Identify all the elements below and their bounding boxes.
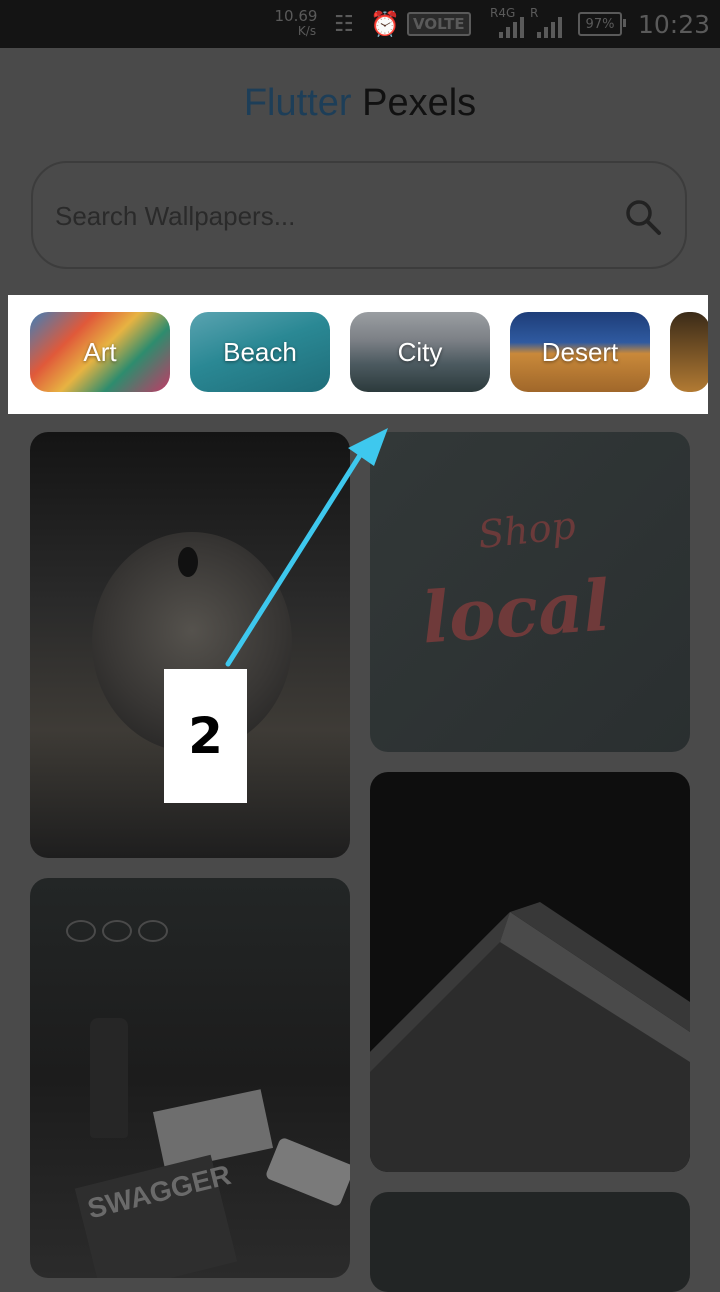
annotation-step-number: 2 — [188, 707, 223, 765]
annotation-step-badge: 2 — [164, 669, 247, 803]
annotation-arrow — [225, 428, 388, 667]
